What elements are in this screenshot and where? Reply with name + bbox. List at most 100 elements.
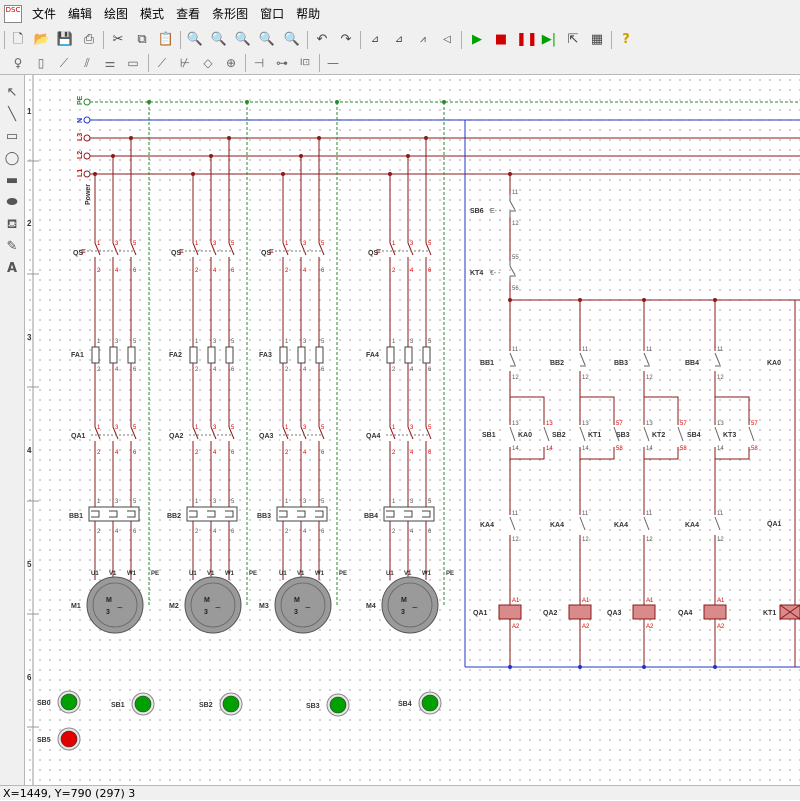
menu-help[interactable]: 帮助 bbox=[290, 0, 326, 28]
n-label: N bbox=[77, 118, 84, 123]
l2-label: L2 bbox=[77, 151, 84, 159]
align-left-icon[interactable]: ⊿ bbox=[366, 31, 384, 49]
button-cap bbox=[222, 695, 240, 713]
panel-button[interactable]: SB3 bbox=[306, 693, 350, 717]
pole-top-label: 3 bbox=[303, 425, 307, 431]
overload-label: BB1 bbox=[69, 513, 83, 520]
open-folder-icon[interactable]: 📂 bbox=[33, 31, 51, 49]
nc-contact-icon[interactable]: ⊬ bbox=[176, 54, 194, 72]
zoom-window-icon[interactable]: 🔍 bbox=[258, 31, 276, 49]
zoom-fit-icon[interactable]: 🔍 bbox=[234, 31, 252, 49]
zoom-pan-icon[interactable]: 🔍 bbox=[283, 31, 301, 49]
flip-h-icon[interactable]: ⩘ bbox=[414, 31, 432, 49]
flip-v-icon[interactable]: ◁ bbox=[438, 31, 456, 49]
line-tool-icon[interactable]: ╲ bbox=[3, 106, 21, 124]
schematic-canvas[interactable]: 1 2 3 4 5 6 PE N L3 L2 L1 Power 12121212… bbox=[25, 75, 800, 785]
heater-component-icon[interactable]: ⊶ bbox=[273, 54, 291, 72]
triple-switch-component-icon[interactable]: ⫽ bbox=[78, 54, 96, 72]
ellipse-tool-icon[interactable]: ◯ bbox=[3, 150, 21, 168]
l2-terminal bbox=[83, 152, 91, 160]
paste-icon[interactable]: 📋 bbox=[157, 31, 175, 49]
kt4-contact bbox=[509, 259, 517, 283]
motor-symbol-ac: ~ bbox=[117, 603, 123, 614]
text-tool-icon[interactable]: A bbox=[3, 260, 21, 278]
terminal-icon[interactable]: ⊕ bbox=[222, 54, 240, 72]
coil-a1-label: A1 bbox=[717, 598, 725, 604]
help-icon[interactable]: ? bbox=[617, 31, 635, 49]
print-preview-icon[interactable]: ▦ bbox=[588, 31, 606, 49]
run-icon[interactable]: ▶ bbox=[468, 31, 486, 49]
control-column: BB4 11 12 SB4 13 14 KT3 57 58 KA4 11 12 QA4 A1 A2 bbox=[678, 298, 758, 669]
diode-icon[interactable]: ◇ bbox=[199, 54, 217, 72]
pole-top-label: 5 bbox=[428, 499, 432, 505]
overload-relay-body bbox=[186, 506, 238, 522]
junction-dot bbox=[317, 136, 321, 140]
lamp-component-icon[interactable]: ♀ bbox=[9, 54, 27, 72]
panel-button[interactable]: SB4 bbox=[398, 691, 442, 715]
menu-bar-chart[interactable]: 条形图 bbox=[206, 0, 254, 28]
motor-component-icon[interactable]: ⊣ bbox=[250, 54, 268, 72]
panel-button[interactable]: SB5 bbox=[37, 727, 81, 751]
print-icon[interactable]: ⎙ bbox=[80, 31, 98, 49]
fill-tool-icon[interactable]: ⛾ bbox=[3, 216, 21, 234]
button-label: SB3 bbox=[306, 703, 320, 710]
pole-top-label: 3 bbox=[115, 339, 119, 345]
menu-window[interactable]: 窗口 bbox=[254, 0, 290, 28]
zoom-in-icon[interactable]: 🔍 bbox=[186, 31, 204, 49]
panel-button[interactable]: SB0 bbox=[37, 690, 81, 714]
contact-top-label: 13 bbox=[582, 421, 589, 427]
contactor-coil bbox=[568, 604, 592, 620]
pole-bottom-label: 6 bbox=[428, 268, 432, 274]
switch-component-icon[interactable]: ⟋ bbox=[55, 54, 73, 72]
undo-icon[interactable]: ↶ bbox=[313, 31, 331, 49]
pole-bottom-label: 6 bbox=[321, 529, 325, 535]
stop-icon[interactable]: ■ bbox=[492, 31, 510, 49]
zoom-out-icon[interactable]: 🔍 bbox=[210, 31, 228, 49]
coil-component-icon[interactable]: ▭ bbox=[124, 54, 142, 72]
align-center-icon[interactable]: ⊿ bbox=[390, 31, 408, 49]
menu-draw[interactable]: 绘图 bbox=[98, 0, 134, 28]
cut-icon[interactable]: ✂ bbox=[109, 31, 127, 49]
no-contact-icon[interactable]: ⟋ bbox=[153, 54, 171, 72]
contactor-coil bbox=[498, 604, 522, 620]
pole-top-label: 1 bbox=[97, 339, 101, 345]
kt1-coil-label: KT1 bbox=[763, 610, 776, 617]
export-icon[interactable]: ⇱ bbox=[564, 31, 582, 49]
wire-tool-icon[interactable]: — bbox=[324, 54, 342, 72]
save-icon[interactable]: 💾 bbox=[56, 31, 74, 49]
copy-icon[interactable]: ⧉ bbox=[133, 31, 151, 49]
motor-body bbox=[381, 576, 439, 634]
rectangle-tool-icon[interactable]: ▭ bbox=[3, 128, 21, 146]
filled-ellipse-tool-icon[interactable]: ⬬ bbox=[3, 194, 21, 212]
menu-mode[interactable]: 模式 bbox=[134, 0, 170, 28]
menu-file[interactable]: 文件 bbox=[26, 0, 62, 28]
pole-bottom-label: 4 bbox=[410, 367, 414, 373]
start-button-label: SB2 bbox=[552, 432, 566, 439]
menu-view[interactable]: 查看 bbox=[170, 0, 206, 28]
new-file-icon[interactable]: 🗋 bbox=[9, 31, 27, 49]
step-icon[interactable]: ▶| bbox=[540, 31, 558, 49]
control-column: BB3 11 12 SB3 13 14 KT2 57 58 KA4 11 12 QA3 A1 A2 bbox=[607, 298, 687, 669]
relay-component-icon[interactable]: ⚌ bbox=[101, 54, 119, 72]
toolbar-separator bbox=[461, 31, 462, 49]
pointer-tool-icon[interactable]: ↖ bbox=[3, 84, 21, 102]
panel-button[interactable]: SB2 bbox=[199, 692, 243, 716]
pen-tool-icon[interactable]: ✎ bbox=[3, 238, 21, 256]
filled-rectangle-tool-icon[interactable]: ▬ bbox=[3, 172, 21, 190]
pole-top-label: 3 bbox=[213, 241, 217, 247]
pole-top-label: 5 bbox=[133, 499, 137, 505]
start-button-label: SB1 bbox=[482, 432, 496, 439]
motor-terminal-label: PE bbox=[151, 571, 159, 577]
overload-label: BB2 bbox=[167, 513, 181, 520]
coil-a2-label: A2 bbox=[582, 624, 590, 630]
pole-top-label: 5 bbox=[133, 425, 137, 431]
pause-icon[interactable]: ❚❚ bbox=[516, 31, 538, 49]
menu-edit[interactable]: 编辑 bbox=[62, 0, 98, 28]
fuse-component-icon[interactable]: ▯ bbox=[32, 54, 50, 72]
io-component-icon[interactable]: I⊡ bbox=[296, 54, 314, 72]
panel-button[interactable]: SB1 bbox=[111, 692, 155, 716]
pole-bottom-label: 2 bbox=[392, 367, 396, 373]
app-logo-icon[interactable]: DSC bbox=[4, 5, 22, 23]
redo-icon[interactable]: ↷ bbox=[337, 31, 355, 49]
pole-top-label: 3 bbox=[213, 339, 217, 345]
